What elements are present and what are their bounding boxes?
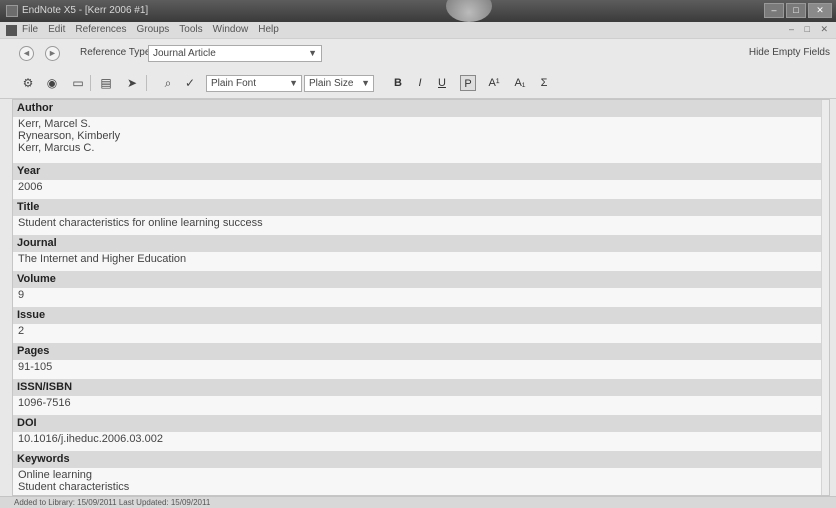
forward-button[interactable]: ►	[45, 46, 60, 61]
plain-text-button[interactable]: P	[460, 75, 476, 91]
field-pages: Pages 91-105	[13, 343, 829, 374]
field-issn: ISSN/ISBN 1096-7516	[13, 379, 829, 410]
menu-references[interactable]: References	[75, 24, 126, 35]
issue-field[interactable]: 2	[13, 324, 829, 338]
symbol-button[interactable]: Σ	[536, 75, 552, 91]
issn-field[interactable]: 1096-7516	[13, 396, 829, 410]
field-title: Title Student characteristics for online…	[13, 199, 829, 230]
field-label: Pages	[13, 343, 829, 360]
volume-field[interactable]: 9	[13, 288, 829, 302]
journal-field[interactable]: The Internet and Higher Education	[13, 252, 829, 266]
font-select[interactable]: Plain Font ▼	[206, 75, 302, 92]
chevron-down-icon: ▼	[361, 78, 370, 88]
menu: File Edit References Groups Tools Window…	[22, 24, 289, 35]
field-label: Volume	[13, 271, 829, 288]
window-title: EndNote X5 - [Kerr 2006 #1]	[22, 5, 149, 16]
author-line: Rynearson, Kimberly	[18, 130, 121, 142]
author-field[interactable]: Kerr, Marcel S. Rynearson, Kimberly Kerr…	[13, 117, 829, 155]
field-year: Year 2006	[13, 163, 829, 194]
minimize-button[interactable]: –	[764, 3, 784, 18]
reference-toolbar: ◄ ► Reference Type: Journal Article ▼ Hi…	[0, 39, 836, 67]
menu-groups[interactable]: Groups	[137, 24, 170, 35]
field-issue: Issue 2	[13, 307, 829, 338]
hide-empty-fields-link[interactable]: Hide Empty Fields	[749, 47, 830, 58]
author-line: Kerr, Marcel S.	[18, 118, 91, 130]
menu-file[interactable]: File	[22, 24, 38, 35]
toolbar-separator	[90, 75, 91, 91]
italic-button[interactable]: I	[412, 75, 428, 91]
chevron-down-icon: ▼	[308, 48, 317, 58]
document-window-controls[interactable]: – □ ✕	[789, 24, 832, 35]
globe-icon[interactable]: ◉	[44, 75, 60, 91]
keyword-line: Online learning	[18, 469, 92, 481]
underline-button[interactable]: U	[434, 75, 450, 91]
window-orb-decoration	[446, 0, 492, 22]
toolbar-separator	[146, 75, 147, 91]
bold-button[interactable]: B	[390, 75, 406, 91]
insert-image-icon[interactable]: ⚙	[20, 75, 36, 91]
field-author: Author Kerr, Marcel S. Rynearson, Kimber…	[13, 100, 829, 155]
attach-file-icon[interactable]: ▤	[98, 75, 114, 91]
status-bar: Added to Library: 15/09/2011 Last Update…	[0, 496, 836, 508]
pages-field[interactable]: 91-105	[13, 360, 829, 374]
menu-help[interactable]: Help	[258, 24, 279, 35]
field-volume: Volume 9	[13, 271, 829, 302]
field-label: ISSN/ISBN	[13, 379, 829, 396]
window-controls: – □ ✕	[762, 3, 832, 18]
field-keywords: Keywords Online learning Student charact…	[13, 451, 829, 494]
doi-field[interactable]: 10.1016/j.iheduc.2006.03.002	[13, 432, 829, 446]
document-icon	[6, 25, 17, 36]
reference-type-select[interactable]: Journal Article ▼	[148, 45, 322, 62]
app-icon	[6, 5, 18, 17]
author-line: Kerr, Marcus C.	[18, 142, 95, 154]
field-label: DOI	[13, 415, 829, 432]
subscript-button[interactable]: A₁	[512, 75, 528, 91]
close-button[interactable]: ✕	[808, 3, 832, 18]
chevron-down-icon: ▼	[289, 78, 298, 88]
field-journal: Journal The Internet and Higher Educatio…	[13, 235, 829, 266]
formatting-toolbar: ⚙ ◉ ▭ ▤ ➤ ⌕ ✓ Plain Font ▼ Plain Size ▼ …	[0, 67, 836, 99]
back-button[interactable]: ◄	[19, 46, 34, 61]
keywords-field[interactable]: Online learning Student characteristics	[13, 468, 829, 494]
year-field[interactable]: 2006	[13, 180, 829, 194]
vertical-scrollbar[interactable]	[821, 100, 829, 495]
field-label: Issue	[13, 307, 829, 324]
field-label: Author	[13, 100, 829, 117]
menu-edit[interactable]: Edit	[48, 24, 65, 35]
maximize-button[interactable]: □	[786, 3, 806, 18]
reference-type-label: Reference Type:	[80, 47, 154, 58]
keyword-line: Student characteristics	[18, 481, 130, 493]
field-label: Title	[13, 199, 829, 216]
menu-tools[interactable]: Tools	[179, 24, 202, 35]
font-value: Plain Font	[211, 78, 257, 89]
cursor-icon[interactable]: ➤	[124, 75, 140, 91]
reference-editor: Author Kerr, Marcel S. Rynearson, Kimber…	[12, 99, 830, 496]
field-label: Year	[13, 163, 829, 180]
title-field[interactable]: Student characteristics for online learn…	[13, 216, 829, 230]
open-link-icon[interactable]: ▭	[70, 75, 86, 91]
window-titlebar: EndNote X5 - [Kerr 2006 #1] – □ ✕	[0, 0, 836, 22]
field-label: Keywords	[13, 451, 829, 468]
reference-type-value: Journal Article	[153, 48, 216, 59]
superscript-button[interactable]: A¹	[486, 75, 502, 91]
find-icon[interactable]: ⌕	[160, 75, 176, 91]
font-size-value: Plain Size	[309, 78, 354, 89]
menu-window[interactable]: Window	[213, 24, 249, 35]
menubar: File Edit References Groups Tools Window…	[0, 22, 836, 39]
spell-check-icon[interactable]: ✓	[182, 75, 198, 91]
field-label: Journal	[13, 235, 829, 252]
font-size-select[interactable]: Plain Size ▼	[304, 75, 374, 92]
field-doi: DOI 10.1016/j.iheduc.2006.03.002	[13, 415, 829, 446]
